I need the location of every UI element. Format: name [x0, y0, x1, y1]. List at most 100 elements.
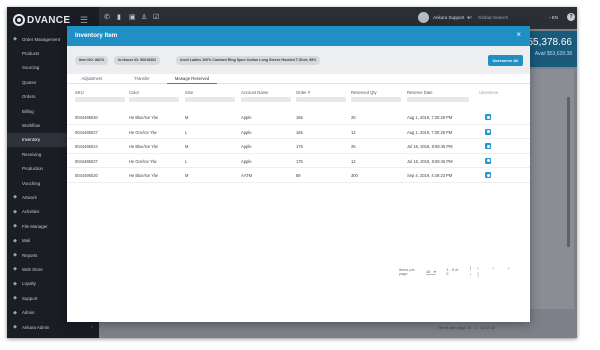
- hamburger-icon[interactable]: ☰: [80, 15, 88, 26]
- unreserve-icon[interactable]: [485, 114, 491, 120]
- logo[interactable]: DVANCE: [13, 12, 70, 28]
- date-filter-input[interactable]: [407, 97, 469, 102]
- items-per-page-value: 10: [426, 269, 431, 274]
- background-pager: Items per page 10 · 1 - 10 of 22: [439, 325, 496, 330]
- cell-qty: 25: [351, 144, 356, 150]
- cell-order: 175: [296, 144, 303, 150]
- mail-icon: ◆: [13, 237, 17, 244]
- cell-date: Aug 1, 2019, 7:30:29 PM: [407, 129, 453, 135]
- cell-color: He Blue/Ice Ylw: [129, 144, 158, 150]
- table-pager: Items per page: 10 ▼ 1 - 5 of 5 |‹ ‹ › ›…: [399, 266, 530, 278]
- pagination-nav[interactable]: |‹ ‹ › ›|: [470, 266, 530, 278]
- background-scrollbar[interactable]: [567, 97, 570, 247]
- cell-account: AATM: [241, 173, 253, 179]
- sku-filter-input[interactable]: [75, 97, 125, 102]
- close-icon[interactable]: ×: [516, 31, 521, 39]
- table-row: 0044495027 He Grn/Ice Ylw L Apple 165 12 Aug 1…: [67, 125, 530, 140]
- sidebar-item-label: Sourcing: [22, 65, 40, 71]
- brush-icon: ◆: [13, 194, 17, 201]
- cell-sku: 0044495020: [75, 115, 98, 120]
- column-size[interactable]: Size: [185, 90, 193, 95]
- column-unreserve: Unreserve: [479, 90, 499, 95]
- table-row: 0044495020 He Blue/Ice Ylw M Apple 165 25 Aug …: [67, 110, 530, 125]
- unreserve-icon[interactable]: [485, 128, 491, 135]
- avatar: [418, 12, 429, 23]
- sidebar-item-label: Billing: [22, 108, 34, 114]
- unreserve-all-button[interactable]: Unreserve All: [488, 55, 523, 66]
- modal-tabs: Adjustment Transfer Manage Reserved: [67, 74, 530, 84]
- account-filter-input[interactable]: [241, 97, 291, 102]
- sidebar-item-label: Inventory: [22, 137, 41, 143]
- cell-sku: 0044495027: [75, 129, 98, 135]
- column-reserve-date[interactable]: Reserve Date: [407, 90, 433, 95]
- sidebar-item-label: Support: [22, 295, 38, 301]
- items-per-page-label: Items per page:: [399, 268, 415, 276]
- user-menu[interactable]: Ankara Support ▾: [418, 12, 470, 23]
- modal-header: Inventory Item ×: [67, 26, 530, 46]
- color-filter-input[interactable]: [129, 97, 179, 102]
- in-house-id-chip: In-House ID: 50618362: [114, 56, 161, 65]
- cell-color: He Grn/Ice Ylw: [129, 129, 157, 135]
- table-row: 0044495027 He Grn/Ice Ylw L Apple 175 12 Jul 1…: [67, 154, 530, 169]
- description-chip: Anvil Ladies 100% Combed Ring Spun Cotto…: [176, 56, 321, 65]
- language-label: EN: [551, 15, 559, 20]
- user-icon: ◆: [13, 324, 17, 330]
- logo-text: DVANCE: [27, 14, 71, 26]
- unreserve-icon[interactable]: [485, 157, 491, 164]
- modal-title: Inventory Item: [75, 32, 118, 39]
- user-plus-icon[interactable]: ♙: [141, 13, 147, 21]
- column-order[interactable]: Order #: [296, 90, 310, 95]
- help-icon[interactable]: ?: [567, 13, 575, 21]
- cell-account: Apple: [241, 144, 252, 150]
- global-search-placeholder: Global Search: [477, 16, 509, 21]
- cell-qty: 12: [351, 129, 356, 135]
- tab-adjustment[interactable]: Adjustment: [67, 76, 117, 81]
- global-search[interactable]: ⌕ Global Search: [469, 15, 508, 22]
- cell-color: He Grn/Ice Ylw: [129, 158, 157, 164]
- sidebar-item-label: Vouching: [22, 180, 41, 186]
- clock-icon: ◆: [13, 208, 17, 215]
- bookmark-icon[interactable]: ▮: [117, 13, 121, 21]
- checkbox-icon[interactable]: ☑: [153, 13, 159, 21]
- cell-qty: 300: [351, 173, 358, 179]
- sidebar-item-label: Order Management: [22, 36, 61, 42]
- logo-mark: [13, 14, 25, 26]
- qty-filter-input[interactable]: [351, 97, 401, 102]
- sidebar-item-label: Workflow: [22, 123, 40, 129]
- chevron-icon: ‹: [91, 324, 93, 330]
- language-selector[interactable]: ▪ EN: [549, 15, 558, 20]
- tab-manage-reserved[interactable]: Manage Reserved: [167, 76, 217, 81]
- phone-icon[interactable]: ✆: [104, 13, 110, 21]
- unreserve-icon[interactable]: [485, 172, 491, 179]
- size-filter-input[interactable]: [185, 97, 235, 102]
- tab-transfer[interactable]: Transfer: [117, 76, 167, 81]
- sidebar-item-label: Activities: [22, 209, 40, 215]
- column-sku[interactable]: SKU: [75, 90, 84, 95]
- cell-size: M: [185, 115, 189, 120]
- cell-order: 175: [296, 158, 303, 164]
- flag-icon: ▪: [549, 15, 551, 20]
- unreserve-icon[interactable]: [485, 143, 491, 150]
- cell-size: L: [185, 158, 188, 164]
- column-color[interactable]: Color: [129, 90, 139, 95]
- briefcase-icon[interactable]: ▣: [129, 13, 136, 21]
- cell-account: Apple: [241, 158, 252, 164]
- cell-order: 165: [296, 115, 303, 120]
- cell-sku: 0044495027: [75, 158, 98, 164]
- support-icon: ◆: [13, 295, 17, 302]
- sidebar-item-label: Reports: [22, 252, 38, 258]
- items-per-page-select[interactable]: 10 ▼: [426, 269, 437, 275]
- user-name: Ankara Support: [433, 15, 465, 20]
- column-reserved-qty[interactable]: Reserved Qty: [351, 90, 377, 95]
- column-account-name[interactable]: Account Name: [241, 90, 268, 95]
- sidebar-item-label: Orders: [22, 94, 36, 100]
- sidebar-item-label: Production: [22, 166, 43, 172]
- order-filter-input[interactable]: [296, 97, 346, 102]
- sidebar-item-label: File Manager: [22, 223, 48, 229]
- cell-color: He Blue/Ice Ylw: [129, 173, 158, 179]
- cell-date: Jul 16, 2019, 8:59:46 PM: [407, 158, 453, 164]
- sidebar-item-label: Admin: [22, 310, 35, 316]
- sidebar-item-label: Quotes: [22, 79, 37, 85]
- cell-size: M: [185, 173, 189, 179]
- store-icon: ◆: [13, 266, 17, 273]
